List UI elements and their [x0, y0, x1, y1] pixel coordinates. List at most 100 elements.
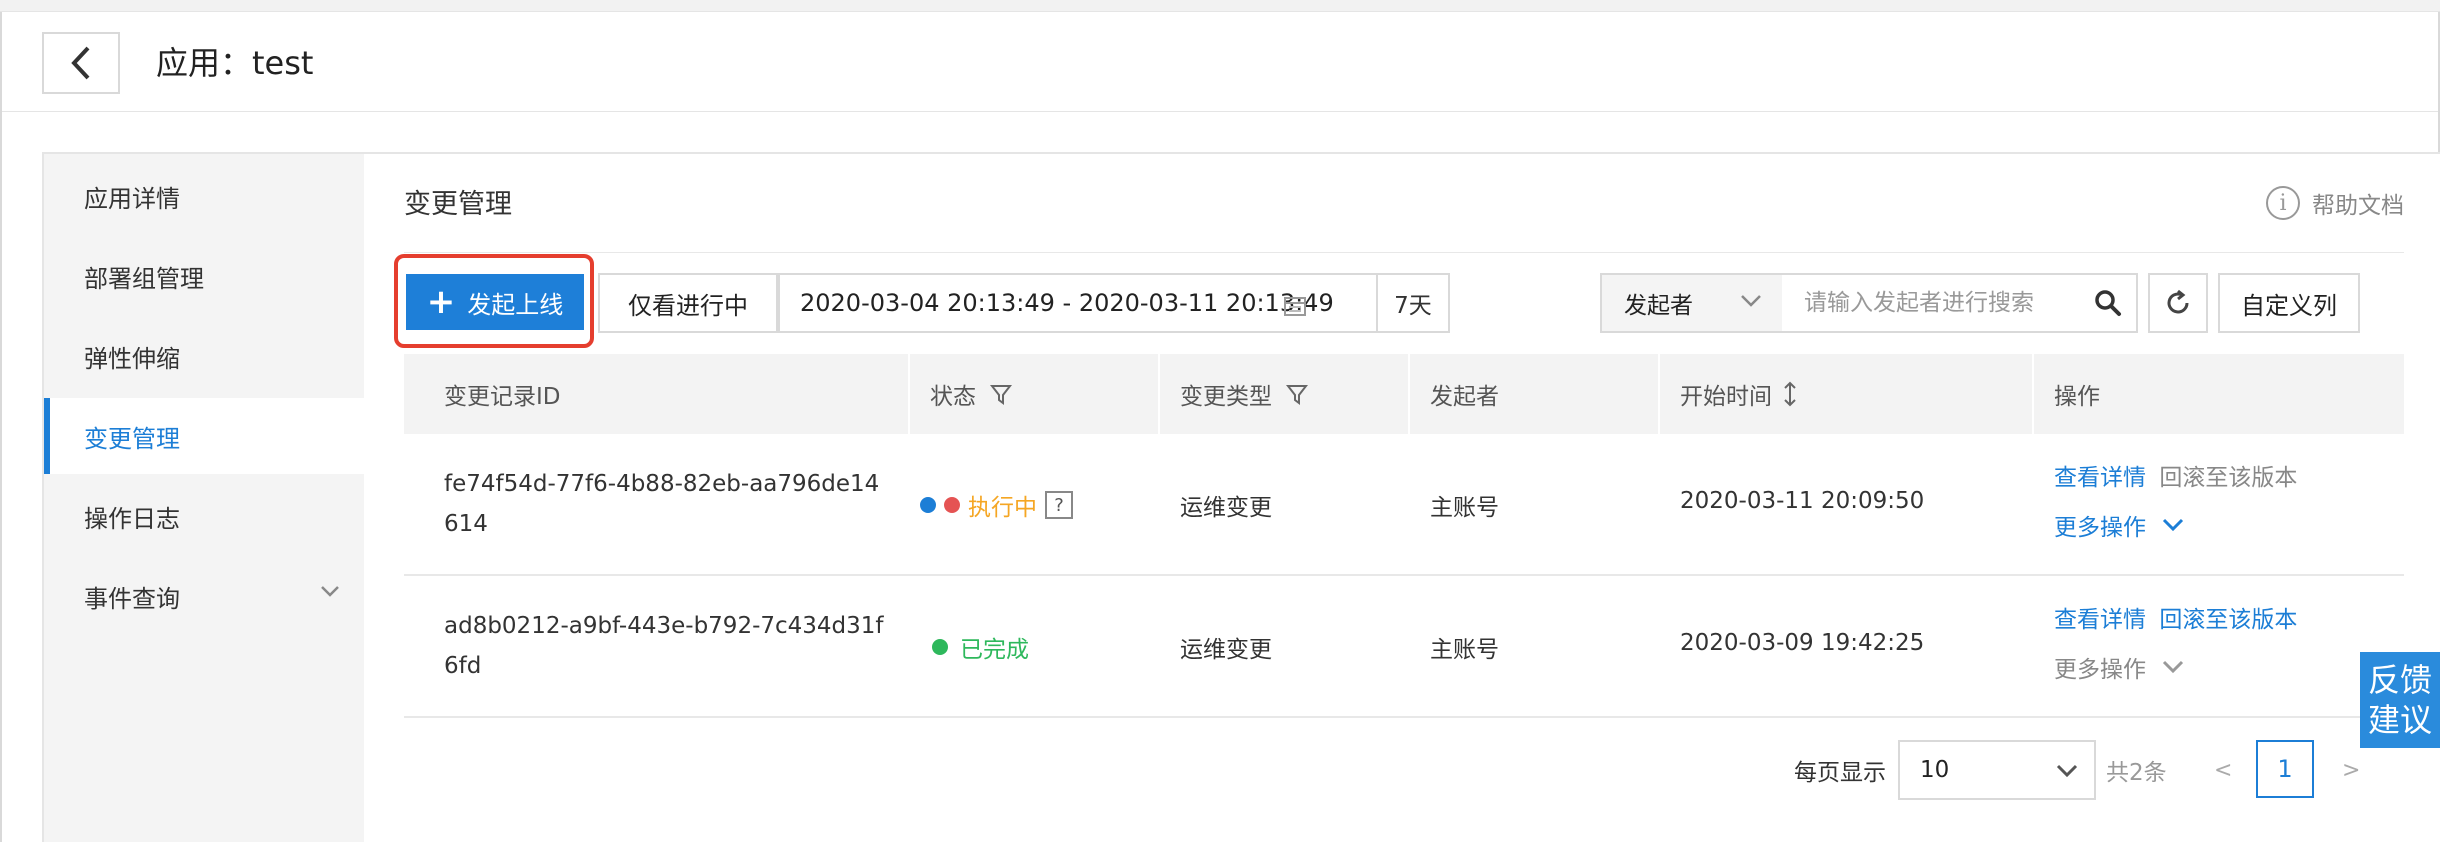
column-header-start-time[interactable]: 开始时间 — [1680, 354, 1798, 434]
search-field-value: 发起者 — [1624, 293, 1693, 319]
chevron-left-icon — [71, 46, 90, 80]
column-header-id: 变更记录ID — [444, 354, 561, 434]
status-text: 执行中 — [968, 495, 1037, 521]
main-panel: 变更管理 i 帮助文档 + 发起上线 仅看进行中 2020-03-04 20:1… — [364, 154, 2440, 842]
calendar-icon — [1284, 297, 1306, 316]
more-actions-dropdown[interactable]: 更多操作 — [2054, 508, 2184, 542]
search-input[interactable] — [1782, 275, 2082, 331]
feedback-label-line1: 反馈 — [2367, 661, 2432, 699]
running-only-button[interactable]: 仅看进行中 — [598, 273, 778, 333]
feedback-label-line2: 建议 — [2367, 701, 2432, 739]
chevron-down-icon — [2162, 518, 2184, 532]
sidebar-item-label: 应用详情 — [84, 184, 180, 213]
column-header-initiator: 发起者 — [1430, 354, 1499, 434]
filter-icon[interactable] — [1286, 383, 1308, 405]
plus-icon: + — [426, 282, 456, 322]
sidebar-item-app-details[interactable]: 应用详情 — [44, 158, 364, 234]
initiator: 主账号 — [1430, 495, 1499, 521]
page-header: 应用：test — [2, 12, 2438, 112]
total-count: 共2条 — [2106, 760, 2167, 786]
launch-button[interactable]: + 发起上线 — [406, 274, 584, 330]
column-header-label: 发起者 — [1430, 384, 1499, 410]
column-header-label: 操作 — [2054, 384, 2100, 410]
help-icon[interactable]: ? — [1045, 491, 1073, 519]
chevron-down-icon — [2162, 660, 2184, 674]
status-cell: 已完成 — [932, 630, 1029, 664]
refresh-icon — [2167, 289, 2189, 314]
rollback-link[interactable]: 回滚至该版本 — [2159, 607, 2297, 633]
running-only-label: 仅看进行中 — [628, 291, 748, 320]
sidebar-item-change-management[interactable]: 变更管理 — [44, 398, 364, 474]
table-row: ad8b0212-a9bf-443e-b792-7c434d31f6fd 已完成… — [404, 576, 2404, 718]
more-actions-dropdown[interactable]: 更多操作 — [2054, 650, 2184, 684]
launch-button-label: 发起上线 — [467, 290, 564, 319]
page-size-select[interactable]: 10 — [1898, 740, 2096, 800]
column-header-label: 状态 — [930, 384, 976, 410]
custom-columns-label: 自定义列 — [2241, 291, 2337, 320]
column-separator — [1658, 354, 1660, 434]
actions-cell: 查看详情 回滚至该版本 — [2054, 600, 2297, 634]
search-box: 发起者 — [1600, 273, 2138, 333]
sidebar-item-deploy-groups[interactable]: 部署组管理 — [44, 238, 364, 314]
info-icon: i — [2266, 186, 2300, 220]
rollback-link[interactable]: 回滚至该版本 — [2159, 465, 2297, 491]
chevron-down-icon — [2056, 764, 2078, 778]
initiator: 主账号 — [1430, 637, 1499, 663]
view-details-link[interactable]: 查看详情 — [2054, 465, 2146, 491]
status-dot-green — [932, 639, 948, 655]
sort-icon[interactable] — [1782, 380, 1798, 408]
column-separator — [2032, 354, 2034, 434]
column-header-status[interactable]: 状态 — [930, 354, 1012, 434]
back-button[interactable] — [42, 32, 120, 94]
sidebar-item-label: 部署组管理 — [84, 264, 204, 293]
start-time: 2020-03-09 19:42:25 — [1680, 630, 1925, 656]
search-field-select[interactable]: 发起者 — [1602, 275, 1782, 331]
feedback-button[interactable]: 反馈 建议 — [2360, 652, 2440, 748]
page-1-button[interactable]: 1 — [2256, 740, 2314, 798]
filter-icon[interactable] — [990, 383, 1012, 405]
days-preset-label: 7天 — [1394, 293, 1432, 319]
sidebar: 应用详情 部署组管理 弹性伸缩 变更管理 操作日志 事件查询 — [44, 154, 364, 842]
sidebar-item-label: 操作日志 — [84, 504, 180, 533]
page-size-label: 每页显示 — [1794, 760, 1886, 786]
view-details-link[interactable]: 查看详情 — [2054, 607, 2146, 633]
sidebar-item-label: 弹性伸缩 — [84, 344, 180, 373]
search-icon[interactable] — [2094, 289, 2122, 317]
change-type: 运维变更 — [1180, 637, 1272, 663]
sidebar-item-operation-log[interactable]: 操作日志 — [44, 478, 364, 554]
column-header-label: 开始时间 — [1680, 384, 1772, 410]
page-title: 应用：test — [156, 44, 314, 82]
actions-cell: 查看详情 回滚至该版本 — [2054, 458, 2297, 492]
change-type: 运维变更 — [1180, 495, 1272, 521]
next-page-button[interactable]: > — [2342, 740, 2360, 800]
more-actions-label: 更多操作 — [2054, 515, 2146, 541]
days-preset-button[interactable]: 7天 — [1378, 273, 1450, 333]
status-cell: 执行中 ? — [920, 488, 1073, 522]
divider — [404, 252, 2404, 253]
start-time: 2020-03-11 20:09:50 — [1680, 488, 1925, 514]
table-row: fe74f54d-77f6-4b88-82eb-aa796de14614 执行中… — [404, 434, 2404, 576]
table-header: 变更记录ID 状态 变更类型 发起者 开始时间 操作 — [404, 354, 2404, 434]
sidebar-item-autoscaling[interactable]: 弹性伸缩 — [44, 318, 364, 394]
column-separator — [1408, 354, 1410, 434]
column-header-label: 变更记录ID — [444, 384, 561, 410]
chevron-down-icon — [321, 586, 339, 597]
column-header-actions: 操作 — [2054, 354, 2100, 434]
column-header-label: 变更类型 — [1180, 384, 1272, 410]
refresh-button[interactable] — [2148, 273, 2208, 333]
prev-page-button[interactable]: < — [2214, 740, 2232, 800]
column-header-type[interactable]: 变更类型 — [1180, 354, 1308, 434]
sidebar-item-label: 事件查询 — [84, 584, 180, 613]
sidebar-item-event-query[interactable]: 事件查询 — [44, 558, 364, 634]
help-docs-link[interactable]: i 帮助文档 — [2266, 186, 2404, 220]
page-size-value: 10 — [1920, 757, 1950, 783]
custom-columns-button[interactable]: 自定义列 — [2218, 273, 2360, 333]
date-range-value: 2020-03-04 20:13:49 - 2020-03-11 20:13:4… — [800, 289, 1334, 317]
column-separator — [908, 354, 910, 434]
change-record-id: fe74f54d-77f6-4b88-82eb-aa796de14614 — [444, 471, 880, 537]
left-edge — [0, 12, 2, 842]
status-text: 已完成 — [960, 637, 1029, 663]
chevron-down-icon — [1741, 295, 1761, 307]
status-dot-blue — [920, 497, 936, 513]
change-record-id: ad8b0212-a9bf-443e-b792-7c434d31f6fd — [444, 613, 884, 679]
